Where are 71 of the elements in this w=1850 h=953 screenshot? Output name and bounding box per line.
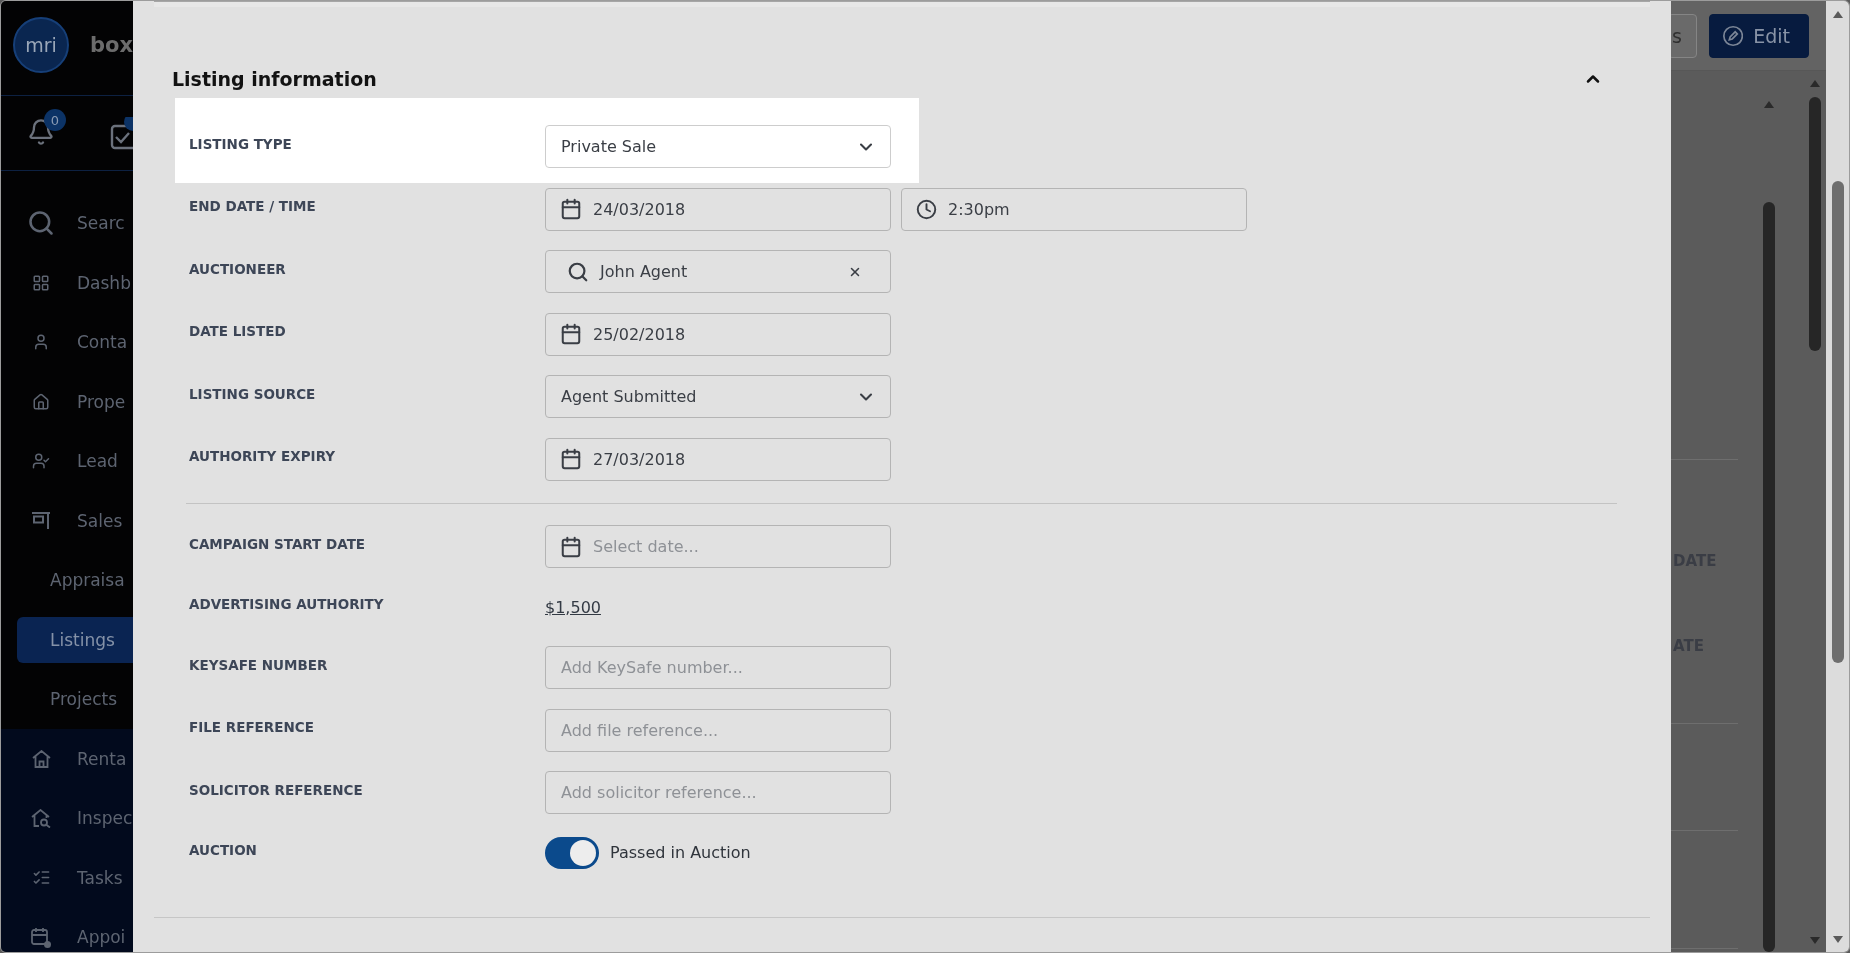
- time-field[interactable]: 2:30pm: [901, 187, 1247, 231]
- toggle-label: Passed in Auction: [610, 843, 751, 862]
- scrollbar-thumb[interactable]: [1808, 97, 1821, 351]
- scrollbar-thumb[interactable]: [1831, 181, 1844, 663]
- nav-subitem[interactable]: Appraisa: [17, 557, 133, 603]
- field-label: AUCTION: [189, 841, 258, 860]
- date-field[interactable]: 25/02/2018: [545, 312, 891, 356]
- field-label: AUCTIONEER: [189, 260, 287, 279]
- text-field[interactable]: Add solicitor reference...: [545, 771, 891, 814]
- select-field[interactable]: Private Sale: [545, 125, 891, 168]
- toggle-switch[interactable]: [545, 836, 599, 869]
- checklist-icon: [31, 868, 51, 887]
- field-label: END DATE / TIME: [189, 198, 317, 216]
- calendar-icon: [560, 448, 582, 470]
- text-field[interactable]: Add KeySafe number...: [545, 646, 891, 689]
- logo[interactable]: mri: [13, 17, 69, 73]
- pencil-icon: [1723, 23, 1744, 48]
- person-icon: [32, 333, 50, 351]
- nav-item[interactable]: Conta: [17, 319, 133, 365]
- edit-button[interactable]: Edit: [1709, 13, 1809, 58]
- amount-link[interactable]: $1,500: [545, 587, 601, 627]
- field-label: ADVERTISING AUTHORITY: [189, 596, 385, 614]
- scroll-down-icon[interactable]: [1809, 937, 1820, 944]
- field-label: FILE REFERENCE: [189, 719, 315, 737]
- scrollbar[interactable]: [1826, 1, 1849, 952]
- section-title: Listing information: [172, 68, 377, 90]
- date-field[interactable]: 27/03/2018: [545, 437, 891, 481]
- field-label: LISTING SOURCE: [189, 385, 317, 404]
- scroll-up-icon[interactable]: [1832, 11, 1843, 18]
- clipboard-check-icon[interactable]: [110, 116, 133, 150]
- scroll-up-icon[interactable]: [1763, 101, 1774, 108]
- field-label: KEYSAFE NUMBER: [189, 656, 329, 675]
- calendar-icon: [560, 535, 582, 558]
- sign-icon: [32, 512, 50, 529]
- nav-item[interactable]: Tasks: [17, 854, 133, 901]
- calendar-icon: [560, 323, 582, 345]
- field-label: AUTHORITY EXPIRY: [189, 448, 337, 466]
- nav-item[interactable]: Searc: [17, 200, 133, 246]
- person-check-icon: [32, 452, 50, 470]
- nav-item[interactable]: Sales: [17, 497, 133, 544]
- nav-item[interactable]: Inspec: [17, 795, 133, 841]
- scrollbar-thumb[interactable]: [1762, 202, 1775, 952]
- select-field[interactable]: Agent Submitted: [545, 375, 891, 418]
- calendar-icon: [560, 198, 582, 220]
- grid-icon: [32, 273, 50, 292]
- date-field[interactable]: Select date...: [545, 525, 891, 568]
- nav-item[interactable]: Prope: [17, 378, 133, 425]
- search-icon: [567, 260, 589, 283]
- nav-subitem[interactable]: Projects: [17, 676, 133, 722]
- field-label: LISTING TYPE: [189, 135, 293, 154]
- field-label: CAMPAIGN START DATE: [189, 535, 367, 554]
- scroll-up-icon[interactable]: [1809, 80, 1820, 87]
- house-search-icon: [31, 808, 51, 828]
- date-field[interactable]: 24/03/2018: [545, 187, 891, 231]
- nav-subitem[interactable]: Listings: [17, 616, 133, 663]
- nav-item[interactable]: Renta: [17, 735, 133, 782]
- house-door-icon: [31, 749, 51, 768]
- notification-badge: 0: [44, 109, 66, 131]
- clock-icon: [916, 198, 937, 220]
- nav-item[interactable]: Lead: [17, 438, 133, 484]
- nav-item[interactable]: Dashb: [17, 259, 133, 306]
- scroll-down-icon[interactable]: [1832, 936, 1843, 943]
- calendar-icon: [31, 926, 51, 948]
- house-icon: [32, 392, 50, 411]
- search-icon: [27, 209, 55, 237]
- field-label: SOLICITOR REFERENCE: [189, 781, 364, 800]
- nav-item[interactable]: Appoi: [17, 914, 133, 952]
- field-label: DATE LISTED: [189, 323, 287, 341]
- text-field[interactable]: Add file reference...: [545, 708, 891, 752]
- brand-name: box: [90, 32, 133, 59]
- search-field[interactable]: John Agent: [545, 250, 891, 293]
